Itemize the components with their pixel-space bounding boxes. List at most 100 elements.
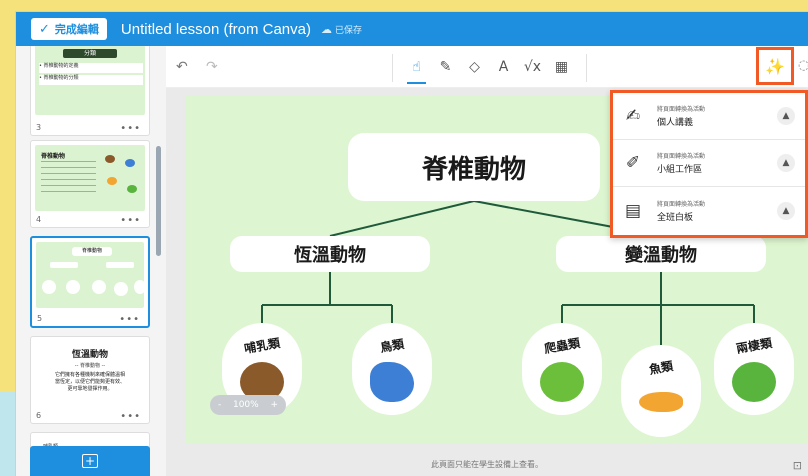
shapes-icon[interactable]: ▦ [547, 46, 576, 88]
leaf-label: 哺乳類 [243, 335, 282, 357]
lesson-title[interactable]: Untitled lesson (from Canva) [121, 21, 311, 38]
slide-number: 4 [36, 215, 42, 224]
editor-toolbar: ↶ ↷ ☝ ✎ ◇ A √x ▦ ✨ ◌ [166, 46, 808, 88]
slide-more-icon[interactable]: ••• [119, 314, 140, 325]
branch-node-warm[interactable]: 恆溫動物 [230, 236, 430, 272]
menu-item-group-workspace[interactable]: ✐ 將頁面轉換為活動 小組工作區 ▲ [613, 140, 805, 187]
sidebar-scrollbar[interactable] [156, 146, 161, 256]
slide-thumbnail-4[interactable]: 脊椎動物 4 ••• [30, 140, 150, 228]
slide-line: 當恆定，以便它們能夠更有效、 [54, 379, 125, 385]
leaf-label: 魚類 [648, 359, 675, 377]
frog-icon [127, 185, 137, 193]
zoom-control: - 100% + [210, 395, 286, 415]
mini-node [106, 262, 134, 268]
text-icon[interactable]: A [489, 46, 518, 88]
redo-icon[interactable]: ↷ [206, 59, 218, 75]
leaf-node-birds[interactable]: 鳥類 [352, 323, 432, 415]
zoom-out-button[interactable]: - [218, 400, 221, 410]
slide-heading: 分類 [63, 49, 117, 58]
mini-leaf [42, 280, 56, 294]
slide-sidebar: 分類 • 脊椎動物的定義 • 脊椎動物的分類 3 ••• 脊椎動物 4 ••• [16, 46, 166, 476]
formula-icon[interactable]: √x [518, 46, 547, 88]
add-slide-button[interactable]: + [30, 446, 150, 476]
student-device-note: 此頁面只能在學生設備上查看。 [431, 460, 543, 469]
leaf-node-amphibians[interactable]: 兩棲類 [714, 323, 794, 415]
leaf-label: 爬蟲類 [543, 335, 582, 357]
toolbar-divider [586, 54, 587, 82]
magic-wand-icon: ✨ [765, 56, 785, 76]
eraser-icon[interactable]: ◇ [460, 46, 489, 88]
slide-number: 3 [36, 123, 42, 132]
mini-leaf [66, 280, 80, 294]
slide-more-icon[interactable]: ••• [120, 215, 141, 226]
magic-wand-button[interactable]: ✨ [756, 47, 794, 85]
root-node[interactable]: 脊椎動物 [348, 133, 600, 201]
slide-heading: 脊椎動物 [41, 153, 66, 160]
bird-icon [125, 159, 135, 167]
slide-thumbnail-3[interactable]: 分類 • 脊椎動物的定義 • 脊椎動物的分類 3 ••• [30, 46, 150, 136]
zoom-in-button[interactable]: + [270, 400, 278, 410]
slide-number: 6 [36, 411, 42, 420]
toolbar-divider [392, 54, 393, 82]
lightbulb-icon[interactable]: ◌ [798, 58, 808, 73]
cloud-sync-icon: ☁ [320, 22, 332, 36]
fullscreen-icon[interactable]: ⊡ [793, 459, 802, 472]
pen-icon[interactable]: ✎ [431, 46, 460, 88]
mini-leaf [134, 280, 144, 294]
menu-item-caption: 將頁面轉換為活動 [657, 106, 706, 113]
group-workspace-icon: ✐ [625, 153, 641, 173]
slide-line: • 脊椎動物的定義 [39, 63, 143, 73]
premium-icon: ▲ [777, 201, 795, 220]
done-editing-label: 完成編輯 [54, 23, 99, 36]
leaf-label: 兩棲類 [735, 335, 774, 357]
undo-icon[interactable]: ↶ [176, 59, 188, 75]
leaf-node-reptiles[interactable]: 爬蟲類 [522, 323, 602, 415]
saved-label: 已保存 [334, 25, 362, 36]
slide-thumbnail-6[interactable]: 恆溫動物 -- 脊椎動物 -- 它們擁有各種機制來確保體溫相 當恆定，以便它們能… [30, 336, 150, 424]
slide-more-icon[interactable]: ••• [120, 123, 141, 134]
mini-node [50, 262, 78, 268]
menu-item-label: 個人講義 [657, 118, 694, 128]
slide-text-block [41, 161, 96, 197]
menu-item-caption: 將頁面轉換為活動 [657, 200, 706, 208]
convert-activity-menu: ✍ 將頁面轉換為活動 個人講義 ▲ ✐ 將頁面轉換為活動 小組工作區 ▲ ▤ 將… [610, 90, 808, 238]
slide-line: -- 脊椎動物 -- [74, 363, 106, 369]
slide-preview: 脊椎動物 [36, 242, 144, 308]
handout-icon: ✍ [625, 106, 641, 126]
slide-more-icon[interactable]: ••• [120, 411, 141, 422]
animal-icon [105, 155, 115, 163]
premium-icon: ▲ [777, 107, 795, 125]
leaf-label: 鳥類 [379, 337, 406, 355]
branch-node-cold[interactable]: 變溫動物 [556, 236, 766, 272]
mini-leaf [114, 282, 128, 296]
bird-icon [370, 362, 414, 402]
slide-line: 更可靠地發揮作用。 [67, 386, 113, 392]
top-bar: ✓ 完成編輯 Untitled lesson (from Canva) ☁ 已保… [16, 12, 808, 46]
save-status: ☁ 已保存 [321, 23, 362, 36]
leaf-node-fish[interactable]: 魚類 [621, 345, 701, 437]
plus-icon: + [82, 454, 98, 468]
slide-thumbnail-5[interactable]: 脊椎動物 5 ••• [30, 236, 150, 328]
menu-item-class-whiteboard[interactable]: ▤ 將頁面轉換為活動 全班白板 ▲ [613, 187, 805, 234]
menu-item-caption: 將頁面轉換為活動 [657, 153, 706, 160]
done-editing-button[interactable]: ✓ 完成編輯 [31, 18, 107, 40]
drawing-tools: ☝ ✎ ◇ A √x ▦ [402, 46, 576, 88]
premium-icon: ▲ [777, 154, 795, 172]
chameleon-icon [540, 362, 584, 402]
slide-number: 5 [37, 314, 43, 323]
menu-item-individual-handout[interactable]: ✍ 將頁面轉換為活動 個人講義 ▲ [613, 93, 805, 140]
check-icon: ✓ [39, 21, 50, 37]
slide-preview: 脊椎動物 [35, 145, 145, 211]
slide-preview: 分類 • 脊椎動物的定義 • 脊椎動物的分類 [35, 46, 145, 115]
slide-preview: 恆溫動物 -- 脊椎動物 -- 它們擁有各種機制來確保體溫相 當恆定，以便它們能… [35, 341, 145, 407]
slide-line: 它們擁有各種機制來確保體溫相 [54, 372, 125, 378]
menu-item-label: 全班白板 [657, 212, 694, 223]
frog-icon [732, 362, 776, 402]
pointer-icon[interactable]: ☝ [402, 46, 431, 88]
app-frame: ✓ 完成編輯 Untitled lesson (from Canva) ☁ 已保… [16, 12, 808, 476]
mini-leaf [92, 280, 106, 294]
slide-heading: 恆溫動物 [71, 350, 108, 360]
menu-item-label: 小組工作區 [657, 165, 703, 175]
slide-heading: 脊椎動物 [72, 247, 112, 256]
whiteboard-icon: ▤ [624, 200, 642, 221]
